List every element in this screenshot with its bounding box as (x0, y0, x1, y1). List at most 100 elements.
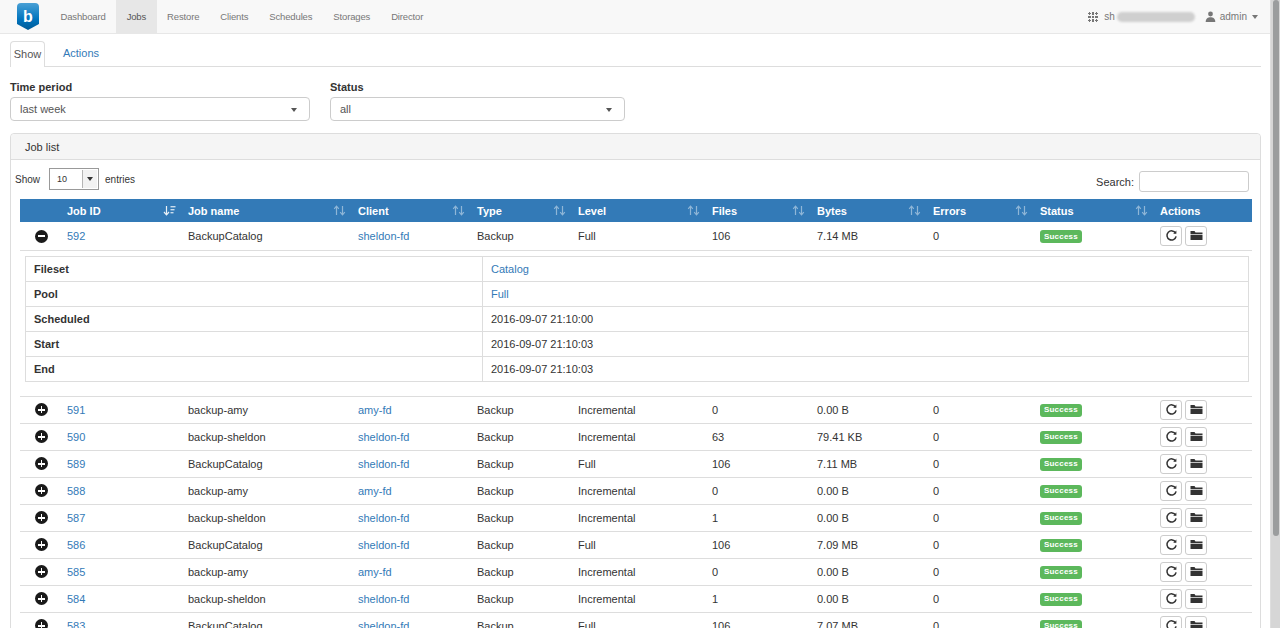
job-files-button[interactable] (1185, 616, 1207, 628)
caret-down-icon (1252, 15, 1258, 19)
job-id-cell: 583 (59, 612, 180, 628)
col-header-level[interactable]: Level (570, 199, 704, 222)
restart-job-button[interactable] (1160, 226, 1182, 246)
col-header-client[interactable]: Client (350, 199, 469, 222)
client-link[interactable]: sheldon-fd (358, 230, 409, 242)
errors-cell: 0 (925, 477, 1032, 504)
col-header-files[interactable]: Files (704, 199, 809, 222)
restart-job-button[interactable] (1160, 616, 1182, 628)
collapse-row-icon[interactable] (35, 230, 48, 243)
client-link[interactable]: sheldon-fd (358, 431, 409, 443)
time-period-select[interactable]: last week (10, 97, 310, 121)
expand-row-icon[interactable] (35, 484, 48, 497)
client-link[interactable]: sheldon-fd (358, 458, 409, 470)
client-link[interactable]: amy-fd (358, 404, 392, 416)
client-link[interactable]: sheldon-fd (358, 620, 409, 628)
job-files-button[interactable] (1185, 535, 1207, 555)
expand-row-icon[interactable] (35, 565, 48, 578)
client-link[interactable]: amy-fd (358, 485, 392, 497)
status-badge: Success (1040, 539, 1082, 552)
job-row: 584backup-sheldonsheldon-fdBackupIncreme… (20, 585, 1252, 612)
job-id-link[interactable]: 586 (67, 539, 85, 551)
restart-job-button[interactable] (1160, 589, 1182, 609)
job-id-link[interactable]: 587 (67, 512, 85, 524)
tab-actions[interactable]: Actions (53, 41, 109, 67)
job-detail-table: FilesetCatalogPoolFullScheduled2016-09-0… (25, 256, 1249, 382)
restart-job-button[interactable] (1160, 427, 1182, 447)
client-link[interactable]: amy-fd (358, 566, 392, 578)
scrollbar[interactable] (1270, 0, 1280, 628)
job-id-link[interactable]: 588 (67, 485, 85, 497)
files-cell: 0 (704, 396, 809, 423)
job-files-button[interactable] (1185, 508, 1207, 528)
job-files-button[interactable] (1185, 427, 1207, 447)
job-id-cell: 589 (59, 450, 180, 477)
expand-row-icon[interactable] (35, 403, 48, 416)
job-files-button[interactable] (1185, 454, 1207, 474)
status-badge: Success (1040, 485, 1082, 498)
files-cell: 106 (704, 612, 809, 628)
restart-job-button[interactable] (1160, 400, 1182, 420)
job-id-link[interactable]: 585 (67, 566, 85, 578)
job-files-button[interactable] (1185, 589, 1207, 609)
type-cell: Backup (469, 222, 570, 250)
job-files-button[interactable] (1185, 400, 1207, 420)
status-cell: Success (1032, 504, 1152, 531)
scrollbar-thumb[interactable] (1273, 0, 1279, 536)
restart-job-button[interactable] (1160, 562, 1182, 582)
nav-item-restore[interactable]: Restore (157, 0, 210, 33)
nav-item-jobs[interactable]: Jobs (116, 0, 156, 33)
status-badge: Success (1040, 404, 1082, 417)
job-name-cell: BackupCatalog (180, 531, 350, 558)
client-link[interactable]: sheldon-fd (358, 539, 409, 551)
job-id-link[interactable]: 584 (67, 593, 85, 605)
nav-item-director[interactable]: Director (381, 0, 434, 33)
baculum-logo[interactable]: b (17, 3, 39, 30)
detail-link[interactable]: Catalog (491, 263, 529, 275)
search-input[interactable] (1139, 171, 1249, 192)
job-files-button[interactable] (1185, 562, 1207, 582)
job-files-button[interactable] (1185, 226, 1207, 246)
col-header-job-id[interactable]: Job ID (59, 199, 180, 222)
expand-cell (20, 558, 59, 585)
expand-row-icon[interactable] (35, 538, 48, 551)
restart-job-button[interactable] (1160, 481, 1182, 501)
job-id-link[interactable]: 583 (67, 620, 85, 628)
col-header-job-name[interactable]: Job name (180, 199, 350, 222)
job-id-link[interactable]: 590 (67, 431, 85, 443)
col-header-status[interactable]: Status (1032, 199, 1152, 222)
job-id-link[interactable]: 592 (67, 230, 85, 242)
expand-row-icon[interactable] (35, 430, 48, 443)
expand-row-icon[interactable] (35, 592, 48, 605)
nav-item-schedules[interactable]: Schedules (259, 0, 323, 33)
status-select[interactable]: all (330, 97, 625, 121)
expand-row-icon[interactable] (35, 457, 48, 470)
user-menu[interactable]: admin (1220, 11, 1247, 22)
col-header-errors[interactable]: Errors (925, 199, 1032, 222)
grid-icon[interactable] (1088, 12, 1098, 22)
nav-item-storages[interactable]: Storages (323, 0, 381, 33)
restart-job-button[interactable] (1160, 508, 1182, 528)
col-header-type[interactable]: Type (469, 199, 570, 222)
tab-show[interactable]: Show (10, 41, 45, 67)
client-link[interactable]: sheldon-fd (358, 512, 409, 524)
expand-row-icon[interactable] (35, 511, 48, 524)
job-id-link[interactable]: 589 (67, 458, 85, 470)
detail-link[interactable]: Full (491, 288, 509, 300)
job-id-link[interactable]: 591 (67, 404, 85, 416)
restart-job-button[interactable] (1160, 535, 1182, 555)
host-name-blurred (1117, 12, 1195, 22)
detail-value: 2016-09-07 21:10:03 (483, 331, 1249, 356)
entries-select[interactable]: 10 (49, 168, 99, 190)
detail-value: Catalog (483, 256, 1249, 281)
job-id-cell: 584 (59, 585, 180, 612)
client-link[interactable]: sheldon-fd (358, 593, 409, 605)
col-header-bytes[interactable]: Bytes (809, 199, 925, 222)
job-row: 591backup-amyamy-fdBackupIncremental00.0… (20, 396, 1252, 423)
nav-item-dashboard[interactable]: Dashboard (50, 0, 116, 33)
restart-job-button[interactable] (1160, 454, 1182, 474)
job-files-button[interactable] (1185, 481, 1207, 501)
expand-row-icon[interactable] (35, 619, 48, 628)
nav-item-clients[interactable]: Clients (210, 0, 259, 33)
expand-cell (20, 477, 59, 504)
